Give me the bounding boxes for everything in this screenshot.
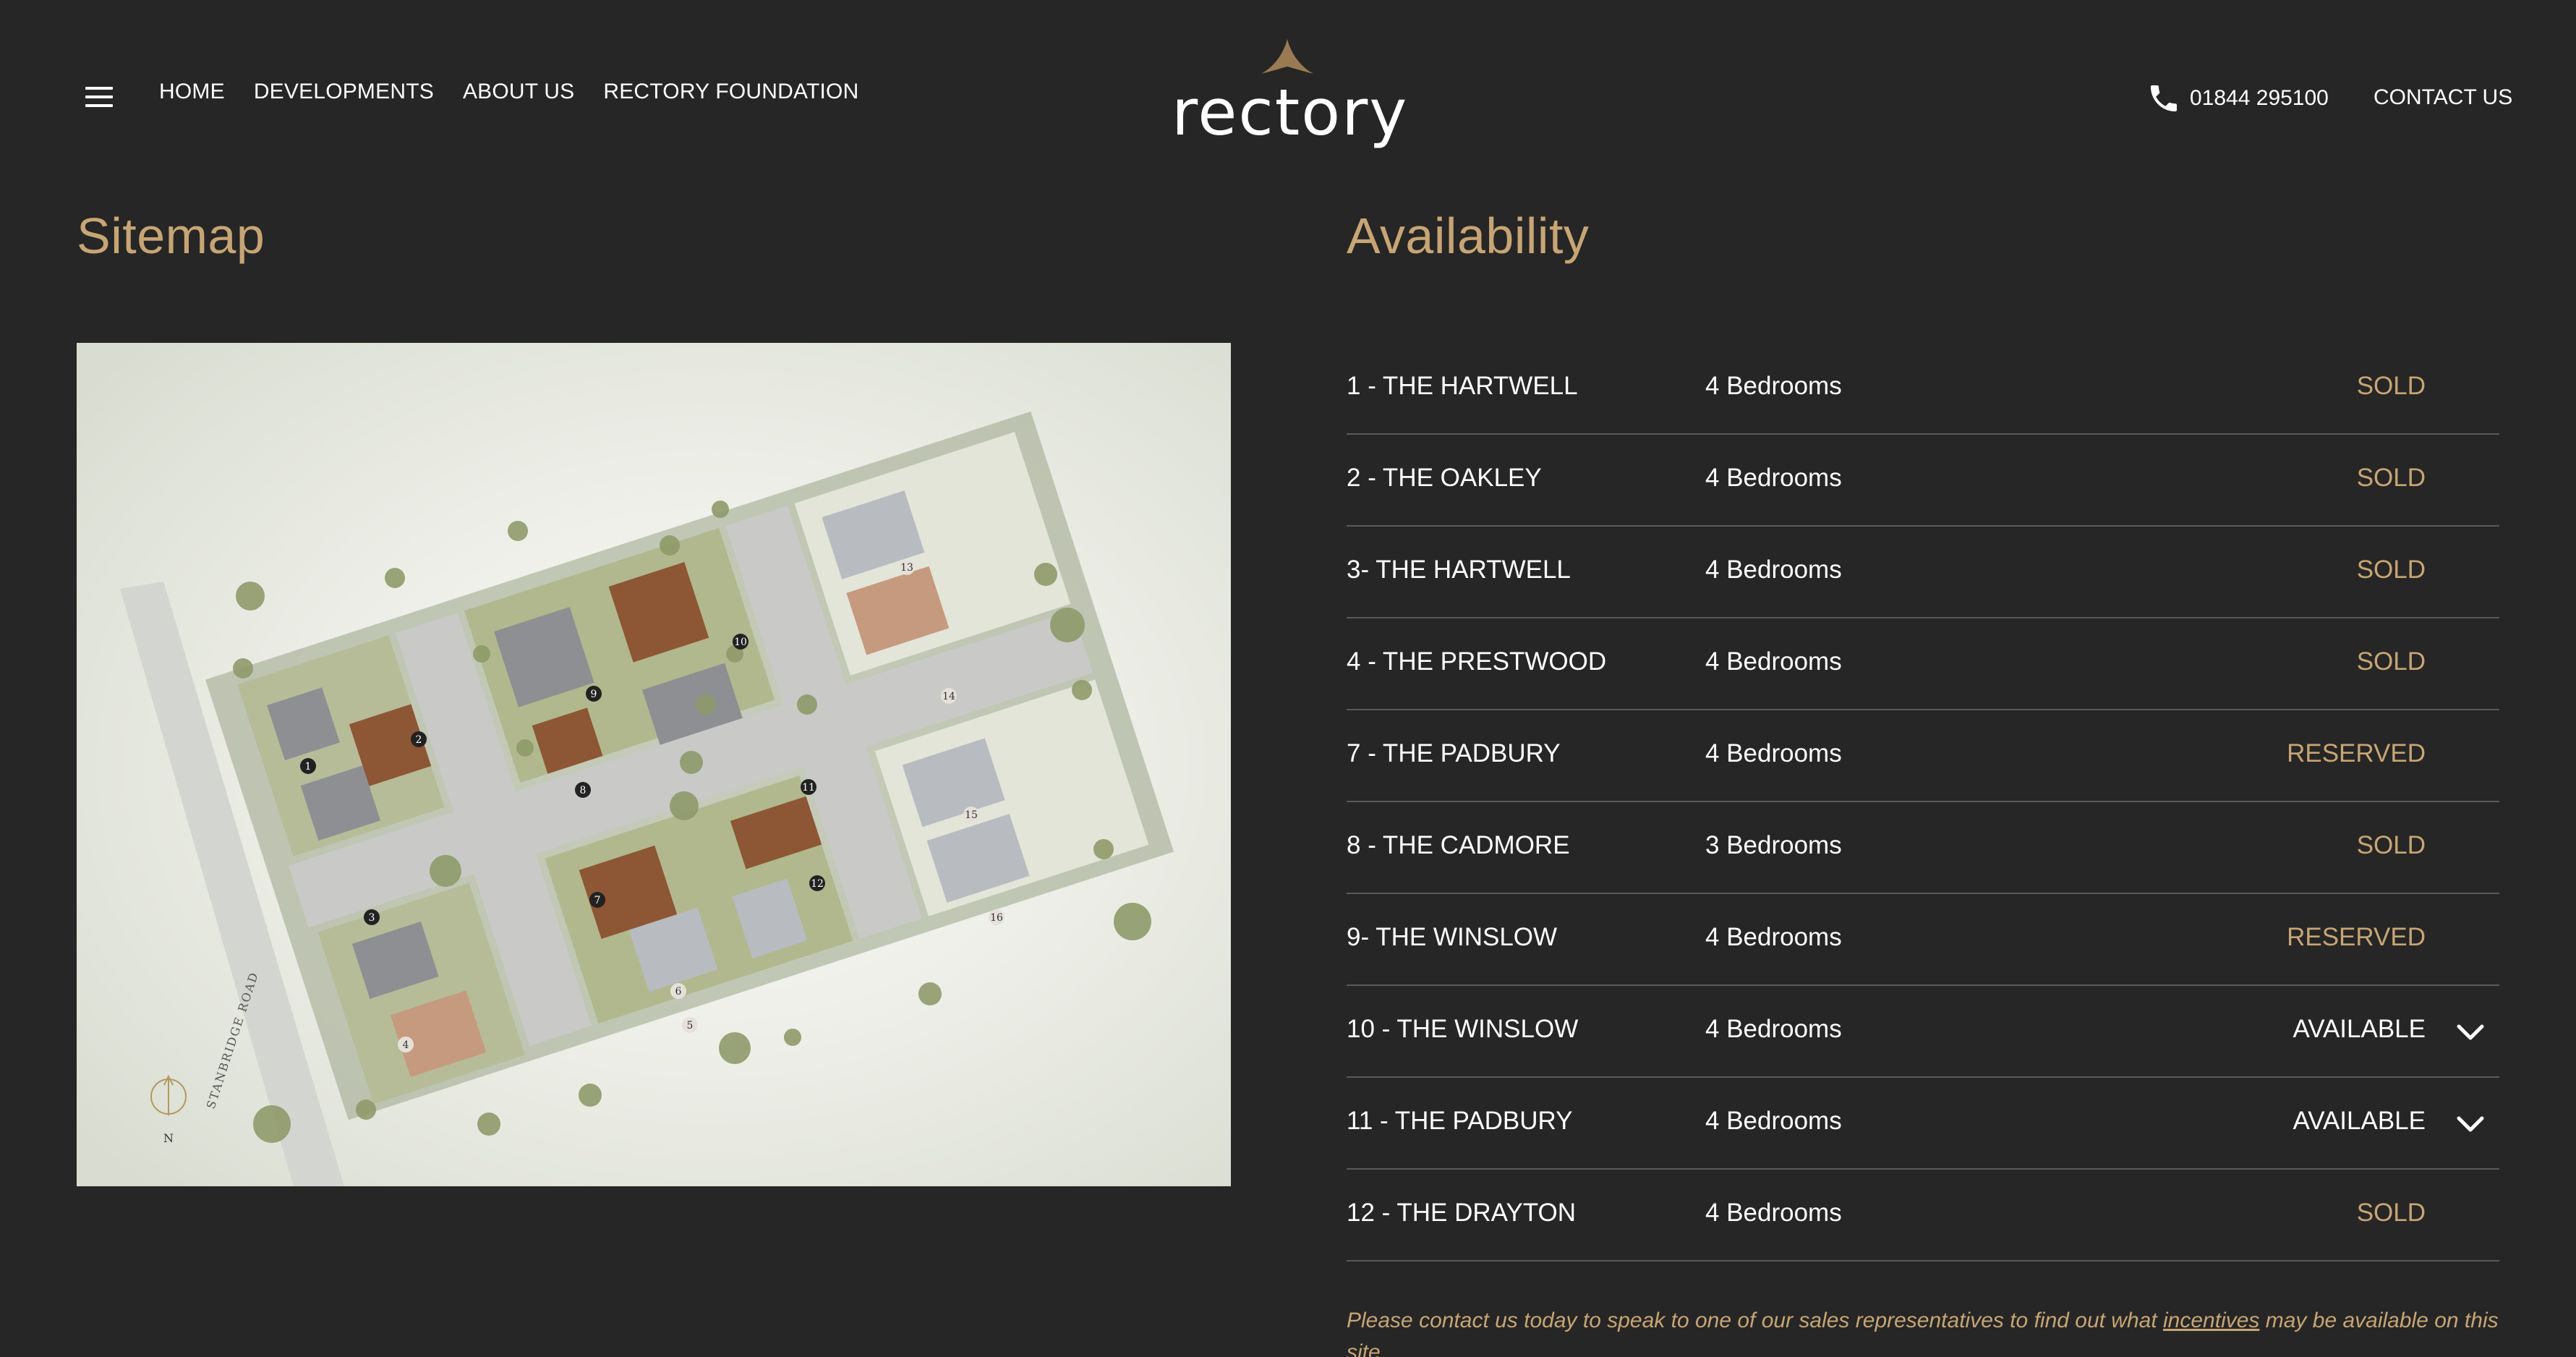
availability-row: 2 - THE OAKLEY 4 Bedrooms SOLD <box>1347 435 2499 527</box>
plot-name: 9- THE WINSLOW <box>1347 923 1558 951</box>
plot-marker-12: 12 <box>811 878 824 890</box>
bedrooms: 4 Bedrooms <box>1705 1107 1842 1135</box>
plot-marker-4: 4 <box>403 1039 409 1051</box>
bedrooms: 4 Bedrooms <box>1705 923 1842 951</box>
plot-marker-14: 14 <box>942 691 955 702</box>
plot-marker-3: 3 <box>369 912 375 924</box>
availability-row: 3- THE HARTWELL 4 Bedrooms SOLD <box>1347 527 2499 618</box>
nav-rectory-foundation[interactable]: RECTORY FOUNDATION <box>603 80 858 104</box>
plot-name: 4 - THE PRESTWOOD <box>1347 647 1607 676</box>
status-sold: SOLD <box>2356 372 2426 400</box>
nav-about-us[interactable]: ABOUT US <box>463 80 574 104</box>
status-sold: SOLD <box>2356 556 2426 584</box>
status-sold: SOLD <box>2356 831 2426 859</box>
logo-wordmark: rectory <box>1172 75 1409 150</box>
phone-number: 01844 295100 <box>2190 86 2329 110</box>
availability-row: 8 - THE CADMORE 3 Bedrooms SOLD <box>1347 802 2499 894</box>
plot-marker-15: 15 <box>965 809 978 821</box>
plot-marker-10: 10 <box>734 637 747 648</box>
contact-us-link[interactable]: CONTACT US <box>2374 85 2512 110</box>
status-available: AVAILABLE <box>2293 1015 2426 1043</box>
plot-marker-7: 7 <box>594 895 601 906</box>
availability-row: 1 - THE HARTWELL 4 Bedrooms SOLD <box>1347 343 2499 435</box>
availability-row-expandable[interactable]: 10 - THE WINSLOW 4 Bedrooms AVAILABLE <box>1347 986 2499 1078</box>
site-header: HOME DEVELOPMENTS ABOUT US RECTORY FOUND… <box>0 0 2576 174</box>
availability-row: 4 - THE PRESTWOOD 4 Bedrooms SOLD <box>1347 618 2499 710</box>
availability-row-expandable[interactable]: 11 - THE PADBURY 4 Bedrooms AVAILABLE <box>1347 1078 2499 1170</box>
status-sold: SOLD <box>2356 464 2426 492</box>
compass-label: N <box>163 1131 174 1145</box>
plot-name: 12 - THE DRAYTON <box>1347 1199 1577 1227</box>
plot-name: 3- THE HARTWELL <box>1347 556 1571 584</box>
plot-marker-16: 16 <box>990 912 1003 924</box>
status-reserved: RESERVED <box>2287 923 2426 951</box>
nav-home[interactable]: HOME <box>159 80 225 104</box>
phone-contact[interactable]: 01844 295100 <box>2146 81 2329 116</box>
plot-name: 1 - THE HARTWELL <box>1347 372 1578 400</box>
hamburger-menu-icon[interactable] <box>85 85 113 109</box>
status-reserved: RESERVED <box>2287 739 2426 767</box>
bedrooms: 4 Bedrooms <box>1705 464 1842 492</box>
sitemap-image[interactable]: STANBRIDGE ROAD 1 2 3 4 5 6 7 8 9 10 11 … <box>77 343 1231 1186</box>
availability-table: 1 - THE HARTWELL 4 Bedrooms SOLD 2 - THE… <box>1347 343 2499 1262</box>
plot-marker-6: 6 <box>675 986 682 997</box>
bedrooms: 4 Bedrooms <box>1705 647 1842 676</box>
bedrooms: 4 Bedrooms <box>1705 1199 1842 1227</box>
sitemap-title: Sitemap <box>77 208 265 264</box>
plot-name: 8 - THE CADMORE <box>1347 831 1570 859</box>
plot-name: 10 - THE WINSLOW <box>1347 1015 1579 1043</box>
plot-marker-8: 8 <box>580 785 587 796</box>
bedrooms: 4 Bedrooms <box>1705 372 1842 400</box>
availability-row: 12 - THE DRAYTON 4 Bedrooms SOLD <box>1347 1170 2499 1262</box>
status-available: AVAILABLE <box>2293 1107 2426 1135</box>
availability-title: Availability <box>1347 208 1590 264</box>
plot-marker-11: 11 <box>802 782 815 794</box>
plot-marker-2: 2 <box>416 734 422 746</box>
rectory-logo[interactable]: rectory <box>1172 38 1409 161</box>
incentives-note: Please contact us today to speak to one … <box>1347 1305 2499 1357</box>
main-nav: HOME DEVELOPMENTS ABOUT US RECTORY FOUND… <box>159 80 858 104</box>
chevron-down-icon[interactable] <box>2456 1022 2485 1042</box>
nav-developments[interactable]: DEVELOPMENTS <box>254 80 434 104</box>
chevron-down-icon[interactable] <box>2456 1114 2485 1134</box>
bedrooms: 4 Bedrooms <box>1705 1015 1842 1043</box>
plot-marker-13: 13 <box>900 562 913 574</box>
status-sold: SOLD <box>2356 1199 2426 1227</box>
plot-marker-1: 1 <box>305 761 312 773</box>
incentives-link[interactable]: incentives <box>2163 1309 2259 1332</box>
status-sold: SOLD <box>2356 647 2426 676</box>
bedrooms: 3 Bedrooms <box>1705 831 1842 859</box>
plot-name: 7 - THE PADBURY <box>1347 739 1561 767</box>
bedrooms: 4 Bedrooms <box>1705 739 1842 767</box>
plot-name: 2 - THE OAKLEY <box>1347 464 1542 492</box>
phone-icon <box>2151 85 2177 111</box>
bedrooms: 4 Bedrooms <box>1705 556 1842 584</box>
plot-marker-9: 9 <box>591 689 597 700</box>
plot-name: 11 - THE PADBURY <box>1347 1107 1573 1135</box>
availability-row: 7 - THE PADBURY 4 Bedrooms RESERVED <box>1347 710 2499 802</box>
availability-row: 9- THE WINSLOW 4 Bedrooms RESERVED <box>1347 894 2499 986</box>
note-text-before: Please contact us today to speak to one … <box>1347 1309 2164 1332</box>
plot-marker-5: 5 <box>687 1020 694 1031</box>
